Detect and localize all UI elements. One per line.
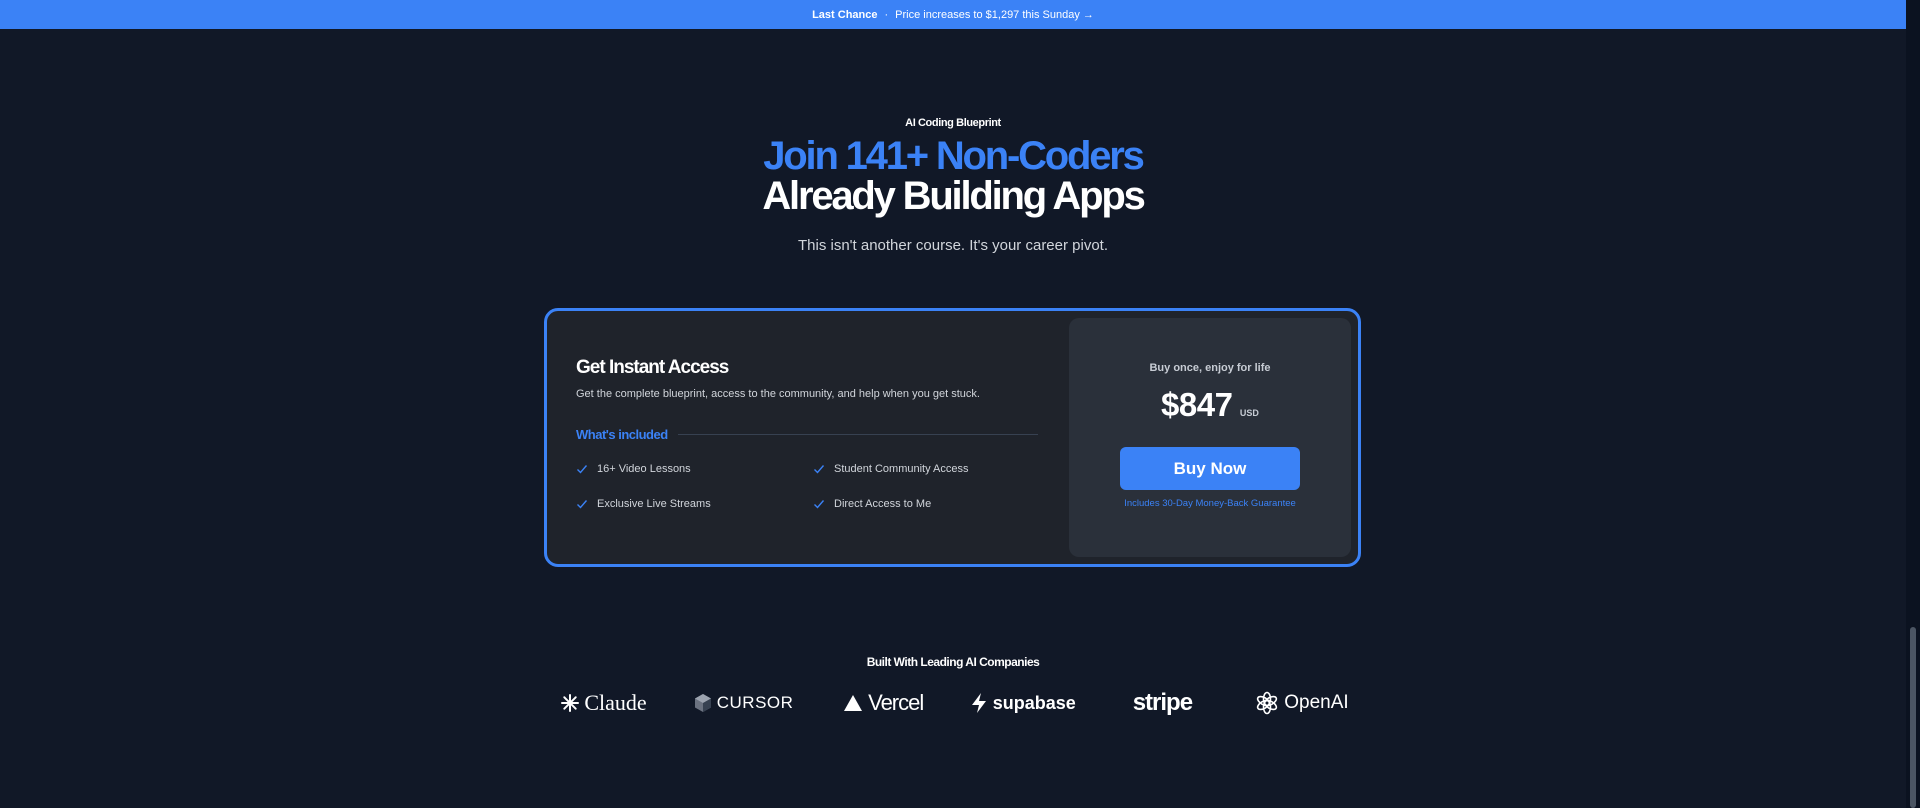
openai-icon xyxy=(1257,691,1278,715)
price-panel: Buy once, enjoy for life $847 USD Buy No… xyxy=(1069,318,1351,557)
price-currency: USD xyxy=(1239,408,1259,418)
cursor-wordmark: CURSOR xyxy=(716,693,794,712)
cursor-logo: CURSOR xyxy=(689,693,799,713)
offer-description: Get the complete blueprint, access to th… xyxy=(576,388,980,400)
vercel-icon xyxy=(844,695,863,711)
hero-subhead: This isn't another course. It's your car… xyxy=(797,237,1109,254)
claude-logo: Claude xyxy=(549,690,659,716)
scrollbar-thumb[interactable] xyxy=(1910,627,1916,808)
cursor-icon xyxy=(694,694,711,712)
stripe-wordmark: stripe xyxy=(1132,689,1193,716)
claude-icon xyxy=(561,694,580,712)
feature-label: 16+ Video Lessons xyxy=(597,463,691,475)
feature-item: Student Community Access xyxy=(813,460,1038,478)
vercel-logo: Vercel xyxy=(828,690,938,716)
feature-item: Direct Access to Me xyxy=(813,495,1038,513)
price-tagline: Buy once, enjoy for life xyxy=(1149,362,1271,374)
banner-link[interactable]: Price increases to $1,297 this Sunday → xyxy=(895,9,1094,21)
banner-separator: · xyxy=(884,8,889,21)
check-icon xyxy=(814,500,825,509)
guarantee-note: Includes 30-Day Money-Back Guarantee xyxy=(1124,498,1296,509)
stripe-logo: stripe xyxy=(1107,689,1217,717)
headline-line-2: Already Building Apps xyxy=(762,174,1145,218)
feature-list: 16+ Video Lessons Student Community Acce… xyxy=(576,460,1038,513)
banner-strong-text: Last Chance xyxy=(812,8,878,21)
hero-headline: Join 141+ Non-Coders Already Building Ap… xyxy=(0,136,1906,216)
company-logos: Claude CURSOR Vercel supabase stripe Ope… xyxy=(549,688,1357,718)
announcement-banner[interactable]: Last Chance · Price increases to $1,297 … xyxy=(0,0,1906,29)
offer-details: Get Instant Access Get the complete blue… xyxy=(576,357,1038,513)
supabase-icon xyxy=(971,693,986,713)
vercel-wordmark: Vercel xyxy=(868,690,924,715)
eyebrow-label: AI Coding Blueprint xyxy=(905,117,1001,129)
offer-title: Get Instant Access xyxy=(576,357,729,378)
buy-now-button[interactable]: Buy Now xyxy=(1120,447,1300,490)
feature-label: Student Community Access xyxy=(834,463,969,475)
claude-wordmark: Claude xyxy=(584,690,647,715)
feature-label: Direct Access to Me xyxy=(834,498,932,510)
pricing-card: Get Instant Access Get the complete blue… xyxy=(544,308,1361,567)
supabase-logo: supabase xyxy=(968,692,1078,714)
divider xyxy=(677,434,1038,435)
page-scrollbar[interactable] xyxy=(1906,0,1920,808)
included-header: What's included xyxy=(576,427,1038,442)
openai-wordmark: OpenAI xyxy=(1284,692,1349,713)
price-display: $847 USD xyxy=(1069,386,1351,424)
headline-line-1: Join 141+ Non-Coders xyxy=(763,134,1145,178)
check-icon xyxy=(577,465,588,474)
feature-label: Exclusive Live Streams xyxy=(597,498,711,510)
openai-logo: OpenAI xyxy=(1247,691,1357,715)
price-amount: $847 xyxy=(1161,386,1233,423)
check-icon xyxy=(577,500,588,509)
supabase-wordmark: supabase xyxy=(992,692,1076,713)
companies-title: Built With Leading AI Companies xyxy=(866,655,1040,669)
feature-item: 16+ Video Lessons xyxy=(576,460,813,478)
feature-item: Exclusive Live Streams xyxy=(576,495,813,513)
check-icon xyxy=(814,465,825,474)
included-label: What's included xyxy=(576,427,668,442)
